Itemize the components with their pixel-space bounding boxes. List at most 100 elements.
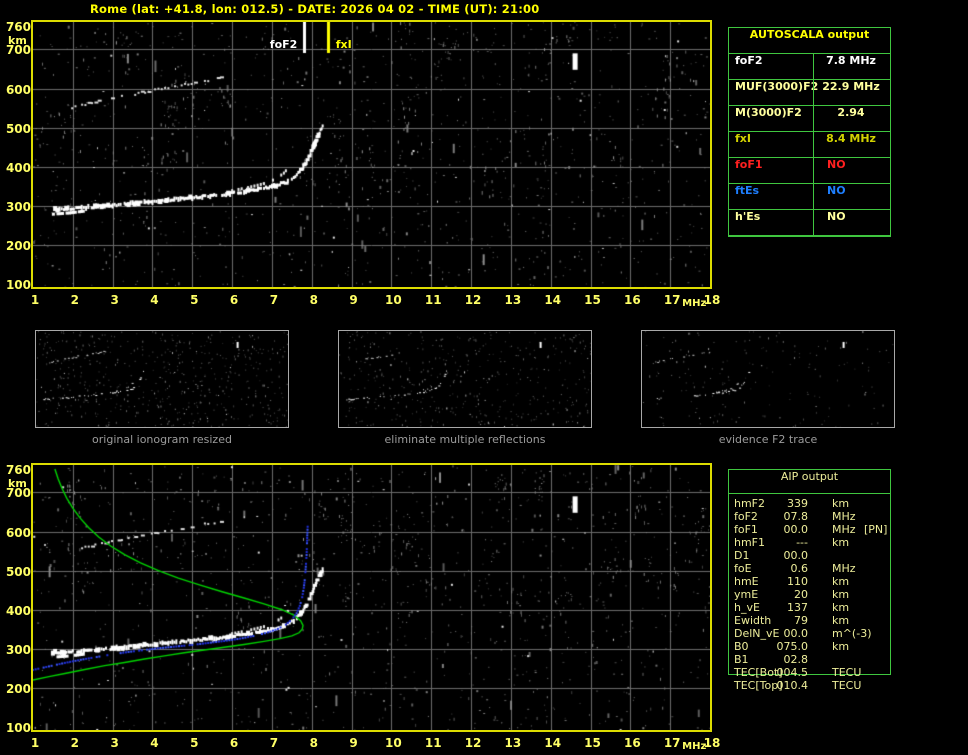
x-axis-tick-label: 18 [703,293,721,307]
x-axis-tick-label: 2 [70,736,79,750]
x-axis-tick-label: 17 [663,736,681,750]
y-axis-tick-label: 700 [5,486,31,501]
x-axis-tick-label: 5 [190,293,199,307]
parameter-value: 02.8 [783,653,809,666]
parameter-value: 7.8 MHz [826,54,876,67]
y-axis-tick-label: 760 [5,20,31,34]
parameter-value: 07.8 [783,510,809,523]
parameter-label: hmF1 [734,536,766,549]
parameter-value: 20 [794,588,808,601]
table-row: ftEs NO [729,184,890,210]
y-axis-unit-label: km [8,34,27,47]
parameter-unit: km [832,640,850,653]
aip-output-rows: hmF2 339 km foF2 07.8 MHz foF1 00.0 MHz [PN] hmF1 -… [728,497,891,692]
y-axis-tick-label: 760 [5,463,31,477]
x-axis-tick-label: 16 [623,293,641,307]
parameter-label: M(3000)F2 [735,106,802,119]
parameter-label: Ewidth [734,614,772,627]
x-axis-tick-label: 6 [229,736,239,750]
parameter-label: foF2 [735,54,763,67]
x-axis-tick-label: 18 [703,736,721,750]
table-row: TEC[Top] 010.4 TECU [728,679,891,692]
parameter-label: ymE [734,588,759,601]
processing-panel-canvas [339,331,591,427]
x-axis-tick-label: 15 [584,293,601,307]
parameter-label: foE [734,562,752,575]
x-axis-tick-label: 1 [30,293,40,307]
table-row: Ewidth 79 km [728,614,891,627]
processing-panel [35,330,289,428]
x-axis-tick-label: 13 [504,293,522,307]
table-row: foF2 7.8 MHz [729,54,890,80]
x-axis-tick-label: 3 [110,293,119,307]
autoscala-table-header: AUTOSCALA output [729,28,890,54]
y-axis-tick-label: 300 [5,199,31,214]
x-axis-tick-label: 6 [229,293,239,307]
processing-panel [641,330,895,428]
parameter-value: NO [827,158,846,171]
parameter-value: 79 [794,614,808,627]
parameter-note: [PN] [864,523,888,536]
table-column-divider [813,54,814,236]
parameter-label: foF1 [734,523,758,536]
x-axis-tick-label: 3 [110,736,119,750]
ionogram-canvas-bottom [33,465,710,730]
parameter-label: fxI [735,132,751,145]
table-row: hmE 110 km [728,575,891,588]
parameter-unit: km [832,536,850,549]
parameter-unit: km [832,614,850,627]
parameter-value: 075.0 [776,640,809,653]
parameter-label: foF1 [735,158,763,171]
parameter-value: 00.0 [783,627,809,640]
parameter-value: 010.4 [776,679,809,692]
table-row: hmF1 --- km [728,536,891,549]
ionogram-plot-top [31,20,712,289]
y-axis-tick-label: 400 [5,603,31,618]
x-axis-unit-label: MHz [682,298,707,309]
x-axis-tick-label: 14 [544,736,562,750]
table-row: h'Es NO [729,210,890,236]
parameter-label: MUF(3000)F2 [735,80,819,93]
table-row: DelN_vE 00.0 m^(-3) [728,627,891,640]
x-axis-tick-label: 11 [424,293,442,307]
parameter-value: NO [827,184,846,197]
x-axis-tick-label: 2 [70,293,79,307]
y-axis-tick-label: 300 [5,642,31,657]
x-axis-tick-label: 12 [464,293,482,307]
y-axis-tick-label: 600 [5,525,31,540]
parameter-label: B0 [734,640,749,653]
table-row: TEC[Bot] 004.5 TECU [728,666,891,679]
y-axis-tick-label: 200 [5,681,31,696]
table-row: foF1 00.0 MHz [PN] [728,523,891,536]
table-row: MUF(3000)F2 22.9 MHz [729,80,890,106]
parameter-value: NO [827,210,846,223]
parameter-label: B1 [734,653,749,666]
parameter-unit: MHz [832,562,856,575]
parameter-label: D1 [734,549,750,562]
parameter-value: 004.5 [776,666,809,679]
x-axis-tick-label: 7 [269,736,279,750]
table-row: M(3000)F2 2.94 [729,106,890,132]
panel-caption: evidence F2 trace [718,433,818,446]
processing-panel [338,330,592,428]
x-axis-tick-label: 10 [385,736,402,750]
table-row: D1 00.0 [728,549,891,562]
panel-caption: eliminate multiple reflections [384,433,546,446]
table-row: B1 02.8 [728,653,891,666]
y-axis-tick-label: 500 [5,121,31,136]
parameter-value: 2.94 [837,106,865,119]
y-axis-tick-label: 200 [5,238,31,253]
processing-panel-canvas [642,331,894,427]
x-axis-tick-label: 5 [190,736,199,750]
table-row: foF1 NO [729,158,890,184]
x-axis-tick-label: 4 [150,293,159,307]
x-axis-tick-label: 9 [349,736,358,750]
parameter-value: 0.6 [790,562,809,575]
autoscala-output-table: AUTOSCALA output foF2 7.8 MHz MUF(3000)F2 22… [728,27,891,237]
y-axis-tick-label: 100 [5,721,31,735]
parameter-unit: MHz [832,523,856,536]
processing-panel-canvas [36,331,288,427]
x-axis-tick-label: 8 [309,293,318,307]
parameter-unit: km [832,601,850,614]
table-row: B0 075.0 km [728,640,891,653]
